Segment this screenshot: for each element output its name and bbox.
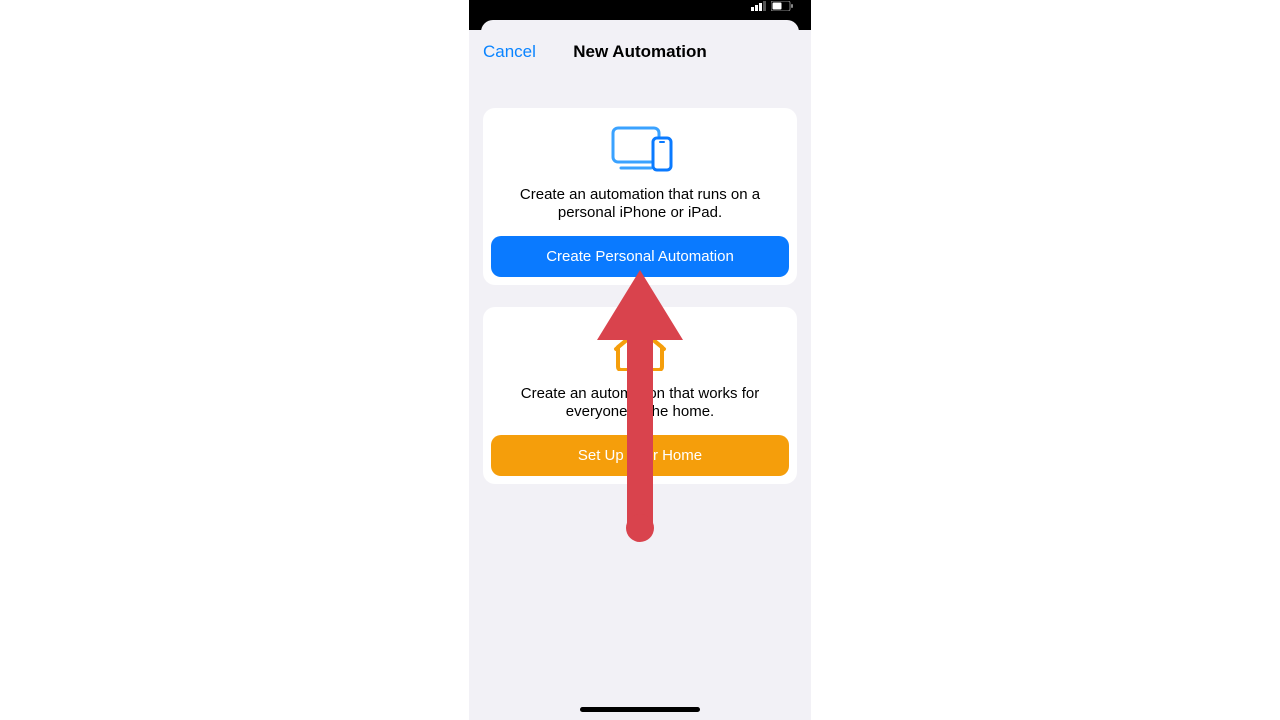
devices-icon	[607, 126, 673, 172]
status-bar	[469, 0, 811, 20]
set-up-home-button[interactable]: Set Up Your Home	[491, 435, 789, 476]
modal-header: Cancel New Automation	[469, 30, 811, 80]
home-description: Create an automation that works for ever…	[491, 385, 789, 435]
battery-icon	[771, 1, 793, 14]
create-personal-automation-button[interactable]: Create Personal Automation	[491, 236, 789, 277]
home-automation-card: Create an automation that works for ever…	[483, 307, 797, 484]
status-indicators	[751, 0, 793, 14]
personal-description: Create an automation that runs on a pers…	[491, 186, 789, 236]
cancel-button[interactable]: Cancel	[483, 42, 536, 62]
phone-frame: Cancel New Automation Create an automati…	[469, 0, 811, 720]
home-icon	[612, 325, 668, 371]
personal-automation-card: Create an automation that runs on a pers…	[483, 108, 797, 285]
content-area: Create an automation that runs on a pers…	[469, 108, 811, 484]
home-indicator[interactable]	[580, 707, 700, 712]
sheet-top	[469, 20, 811, 30]
signal-icon	[751, 1, 767, 14]
